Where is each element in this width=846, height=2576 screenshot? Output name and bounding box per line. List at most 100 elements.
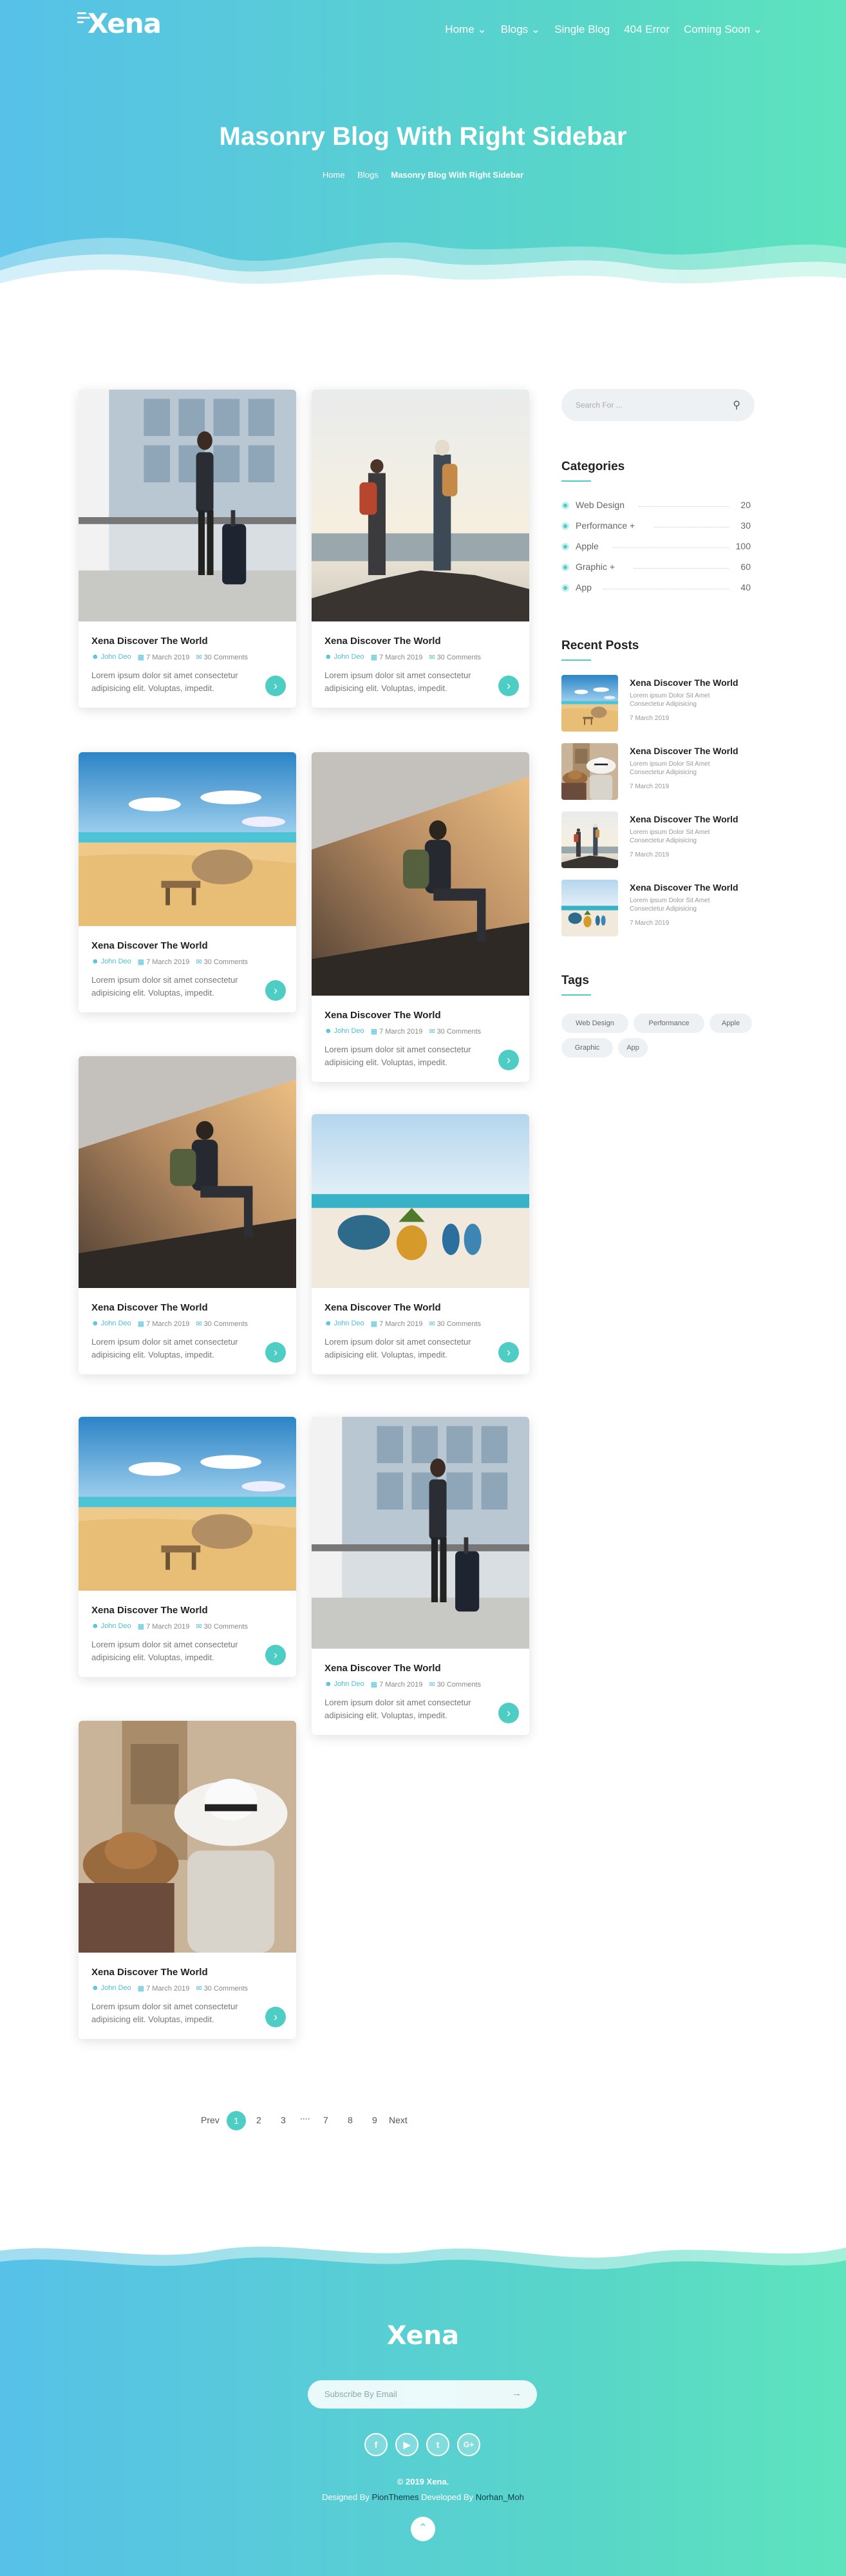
send-arrow-icon[interactable]: → <box>512 2388 522 2399</box>
facebook-icon[interactable]: f <box>364 2433 388 2456</box>
post-author[interactable]: ☻ John Deo <box>324 1680 364 1689</box>
read-more-button[interactable]: › <box>265 2007 286 2027</box>
read-more-button[interactable]: › <box>498 1342 519 1363</box>
recent-post-thumbnail[interactable] <box>561 811 618 868</box>
post-author[interactable]: ☻ John Deo <box>324 1027 364 1036</box>
post-image[interactable] <box>79 1721 296 1953</box>
category-item[interactable]: App 40 <box>561 582 755 595</box>
read-more-button[interactable]: › <box>498 676 519 696</box>
nav-coming-soon[interactable]: Coming Soon ⌄ <box>684 23 762 36</box>
blog-post-card[interactable]: Xena Discover The World ☻ John Deo ▦ 7 March… <box>79 390 296 708</box>
page-2[interactable]: 2 <box>256 2115 261 2125</box>
recent-post-title[interactable]: Xena Discover The World <box>630 814 738 824</box>
youtube-icon[interactable]: ▶ <box>395 2433 418 2456</box>
twitter-icon[interactable]: t <box>426 2433 449 2456</box>
post-title[interactable]: Xena Discover The World <box>324 1663 516 1674</box>
post-title[interactable]: Xena Discover The World <box>91 940 283 951</box>
read-more-button[interactable]: › <box>498 1050 519 1070</box>
blog-post-card[interactable]: Xena Discover The World ☻ John Deo ▦ 7 March… <box>79 752 296 1012</box>
post-author[interactable]: ☻ John Deo <box>91 958 131 966</box>
read-more-button[interactable]: › <box>498 1703 519 1723</box>
post-comments[interactable]: ✉ 30 Comments <box>196 1320 248 1328</box>
post-title[interactable]: Xena Discover The World <box>91 1967 283 1978</box>
blog-post-card[interactable]: Xena Discover The World ☻ John Deo ▦ 7 March… <box>312 390 529 708</box>
site-logo[interactable]: Xena <box>77 8 162 39</box>
footer-logo[interactable]: Xena <box>0 2321 846 2351</box>
post-image[interactable] <box>312 1417 529 1649</box>
post-title[interactable]: Xena Discover The World <box>91 1605 283 1616</box>
recent-post-item[interactable]: Xena Discover The World Lorem ipsum Dolor… <box>561 880 755 936</box>
page-8[interactable]: 8 <box>348 2115 353 2125</box>
crumb-home[interactable]: Home <box>323 170 345 180</box>
read-more-button[interactable]: › <box>265 1645 286 1665</box>
tag-chip[interactable]: Web Design <box>561 1014 628 1033</box>
post-author[interactable]: ☻ John Deo <box>91 1320 131 1328</box>
recent-post-thumbnail[interactable] <box>561 675 618 732</box>
developer-link[interactable]: Norhan_Moh <box>476 2492 524 2502</box>
tag-chip[interactable]: Apple <box>710 1014 752 1033</box>
post-image[interactable] <box>79 1056 296 1288</box>
subscribe-email-input[interactable]: Subscribe By Email → <box>308 2380 537 2409</box>
post-image[interactable] <box>312 752 529 996</box>
read-more-button[interactable]: › <box>265 1342 286 1363</box>
post-author[interactable]: ☻ John Deo <box>91 1622 131 1631</box>
recent-post-item[interactable]: Xena Discover The World Lorem ipsum Dolor… <box>561 743 755 800</box>
read-more-button[interactable]: › <box>265 676 286 696</box>
post-title[interactable]: Xena Discover The World <box>324 636 516 647</box>
read-more-button[interactable]: › <box>265 980 286 1001</box>
recent-post-title[interactable]: Xena Discover The World <box>630 677 738 688</box>
blog-post-card[interactable]: Xena Discover The World ☻ John Deo ▦ 7 March… <box>312 752 529 1082</box>
post-image[interactable] <box>312 390 529 621</box>
designer-link[interactable]: PionThemes <box>372 2492 419 2502</box>
category-item[interactable]: Graphic + 60 <box>561 562 755 574</box>
page-1[interactable]: 1 <box>227 2111 246 2130</box>
search-icon[interactable]: ⚲ <box>733 399 740 412</box>
google-plus-icon[interactable]: G+ <box>457 2433 480 2456</box>
nav-home[interactable]: Home ⌄ <box>445 23 486 36</box>
page-3[interactable]: 3 <box>281 2115 286 2125</box>
blog-post-card[interactable]: Xena Discover The World ☻ John Deo ▦ 7 March… <box>79 1721 296 2039</box>
post-title[interactable]: Xena Discover The World <box>324 1302 516 1313</box>
recent-post-thumbnail[interactable] <box>561 880 618 936</box>
nav-single-blog[interactable]: Single Blog <box>554 23 610 36</box>
post-comments[interactable]: ✉ 30 Comments <box>196 653 248 661</box>
post-author[interactable]: ☻ John Deo <box>324 1320 364 1328</box>
post-comments[interactable]: ✉ 30 Comments <box>196 958 248 966</box>
post-title[interactable]: Xena Discover The World <box>324 1010 516 1021</box>
recent-post-title[interactable]: Xena Discover The World <box>630 746 738 756</box>
post-image[interactable] <box>312 1114 529 1288</box>
post-comments[interactable]: ✉ 30 Comments <box>429 1320 481 1328</box>
post-title[interactable]: Xena Discover The World <box>91 1302 283 1313</box>
tag-chip[interactable]: Performance <box>634 1014 704 1033</box>
category-item[interactable]: Web Design 20 <box>561 500 755 513</box>
recent-post-title[interactable]: Xena Discover The World <box>630 882 738 893</box>
blog-post-card[interactable]: Xena Discover The World ☻ John Deo ▦ 7 March… <box>79 1056 296 1374</box>
post-author[interactable]: ☻ John Deo <box>324 653 364 661</box>
post-image[interactable] <box>79 752 296 926</box>
pagination-prev[interactable]: Prev <box>201 2115 220 2125</box>
category-item[interactable]: Apple 100 <box>561 541 755 554</box>
category-item[interactable]: Performance + 30 <box>561 520 755 533</box>
post-comments[interactable]: ✉ 30 Comments <box>196 1984 248 1993</box>
post-comments[interactable]: ✉ 30 Comments <box>429 1027 481 1036</box>
blog-post-card[interactable]: Xena Discover The World ☻ John Deo ▦ 7 March… <box>79 1417 296 1677</box>
page-9[interactable]: 9 <box>372 2115 377 2125</box>
nav-blogs[interactable]: Blogs ⌄ <box>501 23 541 36</box>
recent-post-thumbnail[interactable] <box>561 743 618 800</box>
tag-chip[interactable]: App <box>618 1038 648 1057</box>
search-input[interactable]: Search For ... ⚲ <box>561 389 755 421</box>
blog-post-card[interactable]: Xena Discover The World ☻ John Deo ▦ 7 March… <box>312 1114 529 1374</box>
pagination-next[interactable]: Next <box>389 2115 408 2125</box>
page-7[interactable]: 7 <box>323 2115 328 2125</box>
post-comments[interactable]: ✉ 30 Comments <box>196 1622 248 1631</box>
post-author[interactable]: ☻ John Deo <box>91 1984 131 1993</box>
scroll-to-top-button[interactable]: ⌃ <box>411 2517 435 2541</box>
post-author[interactable]: ☻ John Deo <box>91 653 131 661</box>
blog-post-card[interactable]: Xena Discover The World ☻ John Deo ▦ 7 March… <box>312 1417 529 1735</box>
post-image[interactable] <box>79 1417 296 1591</box>
crumb-blogs[interactable]: Blogs <box>357 170 379 180</box>
post-comments[interactable]: ✉ 30 Comments <box>429 653 481 661</box>
post-title[interactable]: Xena Discover The World <box>91 636 283 647</box>
post-image[interactable] <box>79 390 296 621</box>
recent-post-item[interactable]: Xena Discover The World Lorem ipsum Dolor… <box>561 811 755 868</box>
